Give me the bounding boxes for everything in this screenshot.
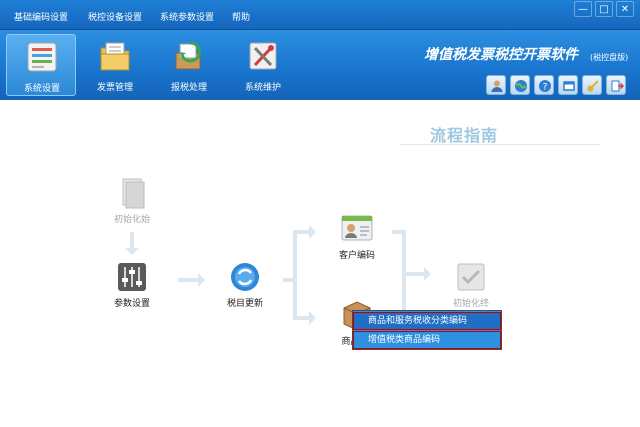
menu-help[interactable]: 帮助 [232, 10, 250, 23]
svg-text:?: ? [543, 83, 548, 93]
tool-system-maintenance-label: 系统维护 [244, 83, 281, 93]
minimize-button[interactable]: — [574, 1, 592, 17]
menu-bar: 基础编码设置 税控设备设置 系统参数设置 帮助 — □ ✕ [0, 0, 640, 30]
menu-tax-device-settings[interactable]: 税控设备设置 [88, 10, 142, 23]
help-button[interactable]: ? [534, 75, 554, 95]
exit-icon [611, 80, 624, 92]
key-button[interactable] [582, 75, 602, 95]
contact-card-icon [341, 215, 373, 241]
flow-connectors [125, 225, 431, 325]
tool-tax-report[interactable]: 报税处理 [154, 34, 224, 96]
menu-item-vat-product-code[interactable]: 增值税类商品编码 [353, 331, 501, 349]
exit-button[interactable] [606, 75, 626, 95]
product-code-context-menu: 商品和服务税收分类编码 增值税类商品编码 [352, 310, 502, 350]
window-icon [563, 81, 575, 91]
tool-invoice-management-label: 发票管理 [96, 83, 133, 93]
menu-system-params[interactable]: 系统参数设置 [160, 10, 214, 23]
user-button[interactable] [486, 75, 506, 95]
node-init-start-label: 初始化始 [113, 215, 150, 225]
system-settings-icon [27, 42, 57, 72]
node-tax-item-update-label: 税目更新 [226, 299, 263, 309]
invoice-folder-icon [100, 42, 130, 71]
app-title: 增值税发票税控开票软件 [424, 47, 578, 63]
globe-icon [515, 80, 527, 92]
key-icon [587, 80, 599, 92]
node-client-code-label: 客户编码 [338, 251, 375, 261]
user-icon [491, 80, 503, 92]
network-button[interactable] [510, 75, 530, 95]
help-icon: ? [539, 80, 551, 93]
tool-tax-report-label: 报税处理 [170, 83, 207, 93]
window-button[interactable] [558, 75, 578, 95]
tool-system-maintenance[interactable]: 系统维护 [228, 34, 298, 96]
app-subtitle: (税控盘版) [590, 53, 629, 62]
maximize-button[interactable]: □ [595, 1, 613, 17]
close-button[interactable]: ✕ [616, 1, 634, 17]
node-init-end-label: 初始化终 [452, 299, 489, 309]
flow-guide-panel: 流程指南 初始化始 参数设置 税目更新 客户编码 初始化终 商品和服务税收分类编… [0, 100, 640, 427]
maintenance-tools-icon [249, 42, 277, 70]
tool-system-settings[interactable]: 系统设置 [6, 34, 76, 96]
sliders-icon [118, 263, 146, 291]
node-params-settings-label: 参数设置 [113, 299, 150, 309]
tool-invoice-management[interactable]: 发票管理 [80, 34, 150, 96]
menu-item-tax-classification-code[interactable]: 商品和服务税收分类编码 [353, 312, 501, 330]
tool-system-settings-label: 系统设置 [23, 84, 60, 94]
menu-basic-code-settings[interactable]: 基础编码设置 [14, 10, 68, 23]
document-icon [122, 178, 145, 209]
main-toolbar: 系统设置 发票管理 报税处理 系统维护 增值税发票税控开票软件 (税控盘版) ? [0, 30, 640, 100]
checklist-icon [457, 263, 485, 291]
refresh-globe-icon [231, 263, 259, 291]
tax-report-icon [175, 41, 201, 70]
